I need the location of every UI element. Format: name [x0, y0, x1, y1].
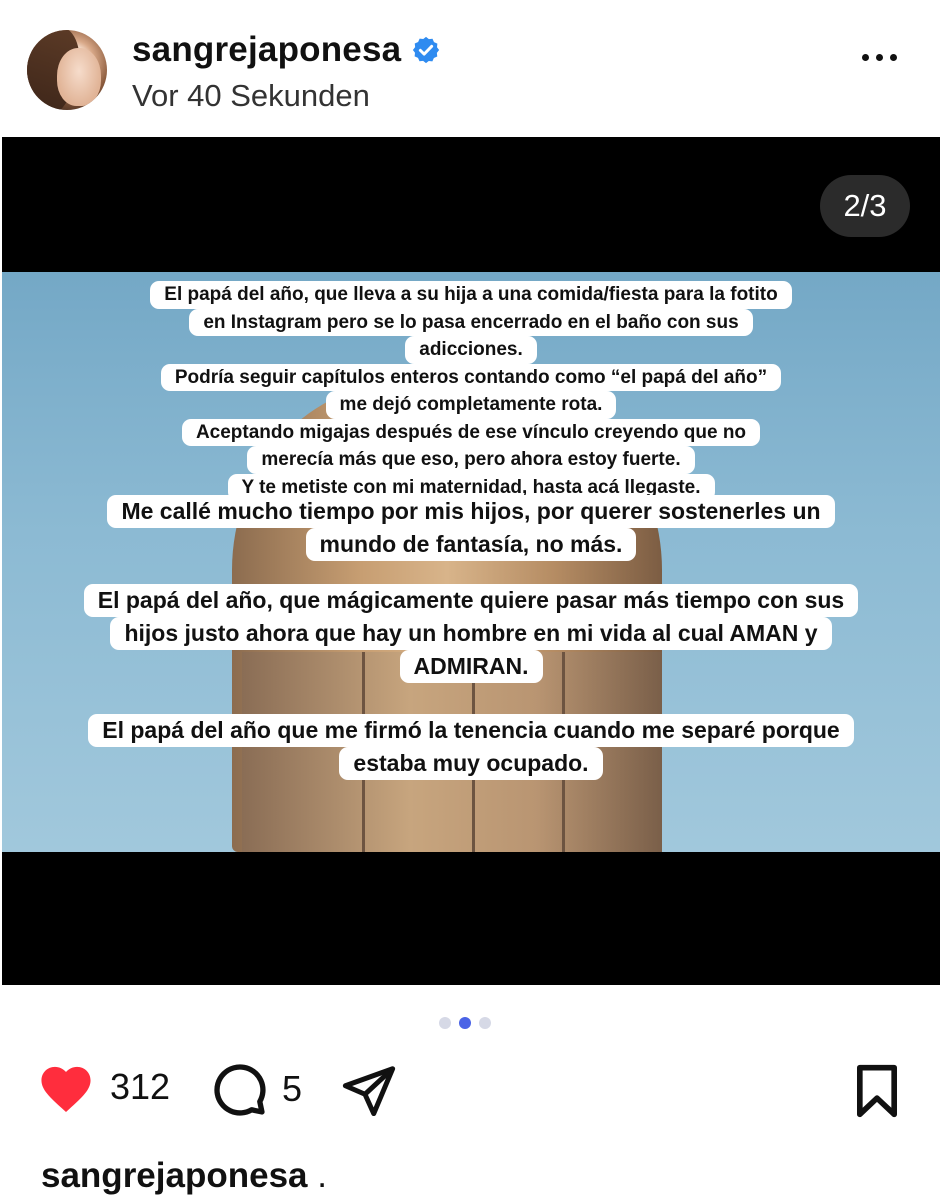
slide-counter: 2/3 — [820, 175, 910, 237]
post-header: sangrejaponesa Vor 40 Sekunden — [0, 0, 941, 130]
like-action[interactable]: 312 — [36, 1060, 170, 1114]
avatar[interactable] — [27, 30, 107, 110]
verified-badge-icon — [413, 36, 440, 64]
caption-text: . — [307, 1156, 327, 1195]
overlay-line: El papá del año, que mágicamente quiere … — [83, 584, 859, 617]
overlay-line: El papá del año que me firmó la tenencia… — [88, 714, 854, 747]
bookmark-icon[interactable] — [852, 1064, 902, 1118]
overlay-line: hijos justo ahora que hay un hombre en m… — [110, 617, 832, 650]
overlay-line: adicciones. — [405, 336, 537, 364]
action-bar: 312 5 — [0, 1060, 941, 1130]
overlay-text-group-3: El papá del año, que mágicamente quiere … — [2, 584, 940, 683]
overlay-line: El papá del año, que lleva a su hija a u… — [150, 281, 792, 309]
share-action[interactable] — [340, 1064, 398, 1116]
overlay-line: me dejó completamente rota. — [325, 391, 617, 419]
overlay-line: Aceptando migajas después de ese vínculo… — [181, 418, 761, 446]
overlay-line: estaba muy ocupado. — [339, 747, 603, 780]
caption-username[interactable]: sangrejaponesa — [41, 1156, 308, 1195]
overlay-line: mundo de fantasía, no más. — [305, 528, 637, 561]
carousel-dot-active[interactable] — [459, 1017, 471, 1029]
heart-icon[interactable] — [36, 1060, 96, 1114]
overlay-line: en Instagram pero se lo pasa encerrado e… — [189, 308, 753, 336]
carousel-dot[interactable] — [439, 1017, 451, 1029]
carousel-indicator — [439, 1017, 491, 1029]
post-timestamp: Vor 40 Sekunden — [132, 78, 370, 113]
username[interactable]: sangrejaponesa — [132, 30, 401, 70]
share-icon[interactable] — [340, 1064, 398, 1116]
username-row: sangrejaponesa — [132, 30, 441, 70]
caption: sangrejaponesa . — [41, 1156, 327, 1196]
overlay-text-group-2: Me callé mucho tiempo por mis hijos, por… — [2, 495, 940, 561]
overlay-line: Podría seguir capítulos enteros contando… — [160, 363, 782, 391]
comment-action[interactable]: 5 — [210, 1060, 302, 1118]
comment-icon[interactable] — [210, 1060, 268, 1118]
comment-count: 5 — [282, 1068, 303, 1109]
carousel-dot[interactable] — [479, 1017, 491, 1029]
more-options-icon[interactable] — [862, 54, 897, 61]
bookmark-action[interactable] — [852, 1064, 902, 1118]
like-count: 312 — [110, 1066, 171, 1107]
overlay-line: Me callé mucho tiempo por mis hijos, por… — [107, 495, 835, 528]
overlay-text-group-4: El papá del año que me firmó la tenencia… — [2, 714, 940, 780]
post-media[interactable]: 2/3 El papá del año, que lleva a su hija… — [2, 137, 940, 985]
overlay-text-group-1: El papá del año, que lleva a su hija a u… — [2, 281, 940, 501]
overlay-line: merecía más que eso, pero ahora estoy fu… — [247, 446, 695, 474]
overlay-line: ADMIRAN. — [399, 650, 543, 683]
